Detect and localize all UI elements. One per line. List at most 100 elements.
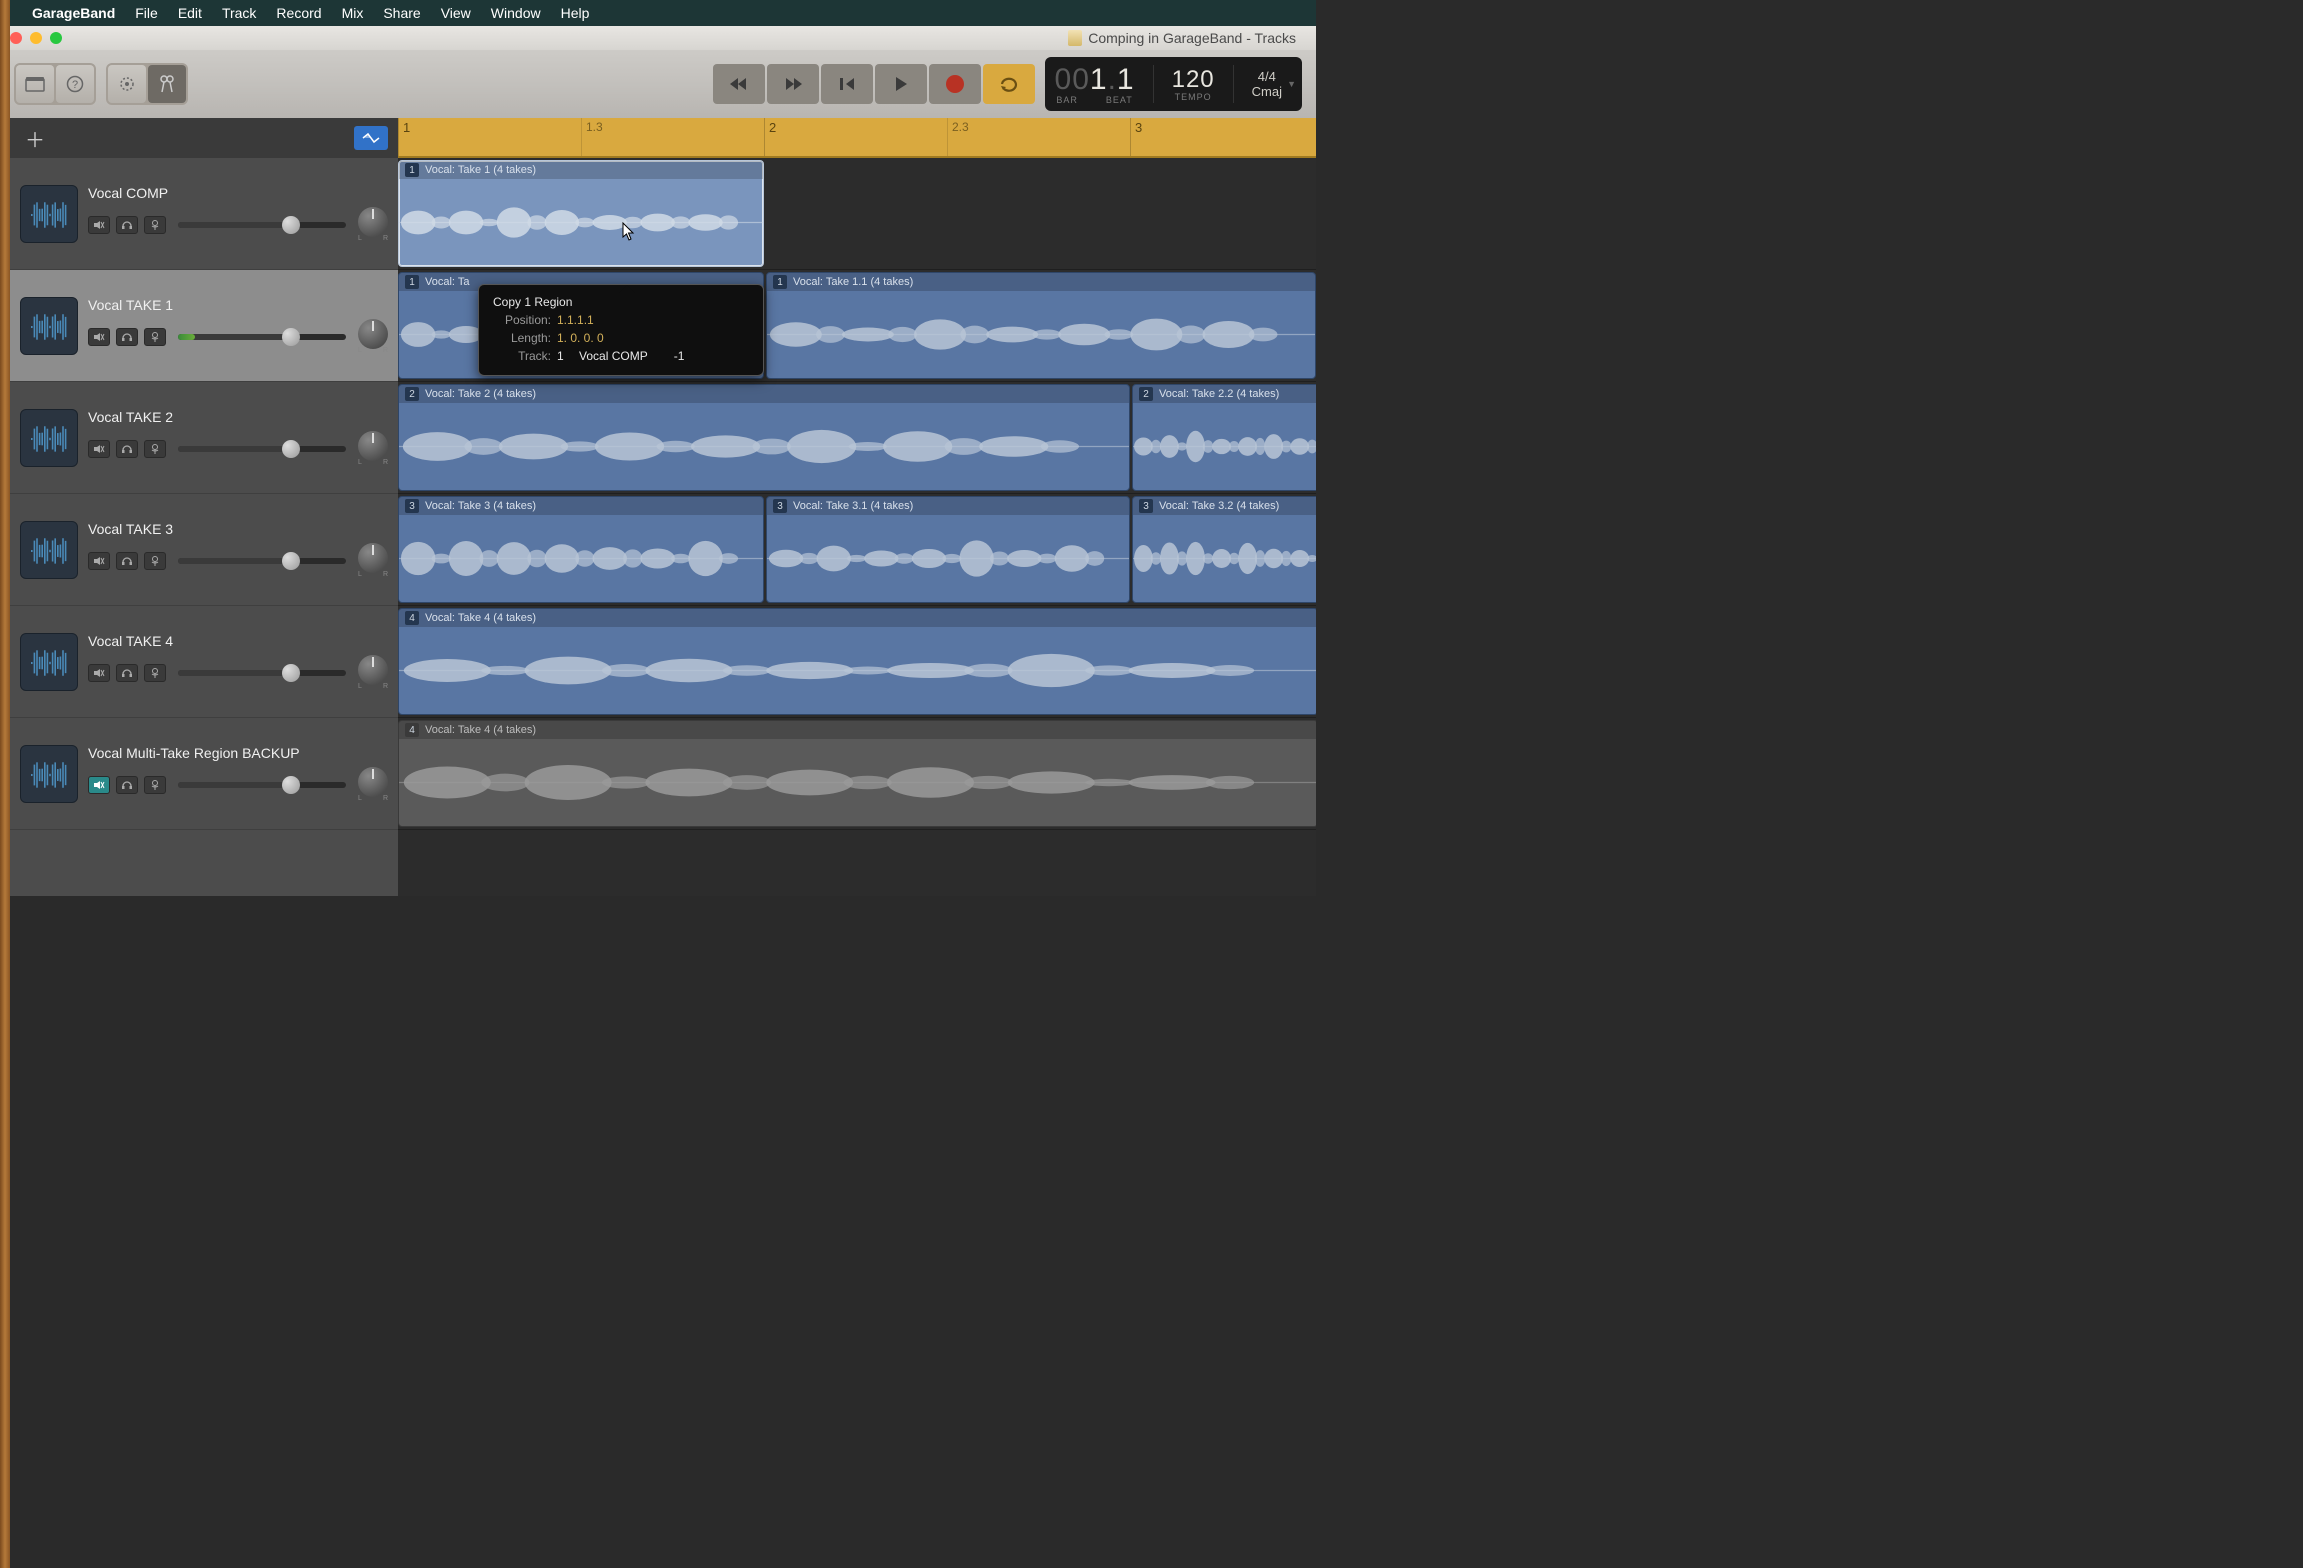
pan-knob[interactable]: [358, 767, 388, 797]
region-header[interactable]: 2Vocal: Take 2.2 (4 takes): [1133, 385, 1316, 403]
region-lanes[interactable]: 1Vocal: Take 1 (4 takes) 1Vocal: Ta 1Voc…: [398, 158, 1316, 830]
input-monitor-button[interactable]: [144, 216, 166, 234]
ruler-tick[interactable]: 2: [764, 118, 780, 156]
track-lane[interactable]: 4Vocal: Take 4 (4 takes): [398, 606, 1316, 718]
active-app-name[interactable]: GarageBand: [32, 5, 115, 21]
audio-region[interactable]: 3Vocal: Take 3.1 (4 takes): [766, 496, 1130, 603]
audio-region[interactable]: 2Vocal: Take 2.2 (4 takes): [1132, 384, 1316, 491]
track-icon[interactable]: [20, 185, 78, 243]
input-monitor-button[interactable]: [144, 440, 166, 458]
cycle-button[interactable]: [983, 64, 1035, 104]
record-button[interactable]: [929, 64, 981, 104]
pan-knob[interactable]: [358, 431, 388, 461]
solo-headphones-button[interactable]: [116, 664, 138, 682]
library-button[interactable]: [16, 65, 54, 103]
mute-button[interactable]: [88, 776, 110, 794]
rewind-button[interactable]: [713, 64, 765, 104]
audio-region[interactable]: 1Vocal: Take 1.1 (4 takes): [766, 272, 1316, 379]
mute-button[interactable]: [88, 552, 110, 570]
editors-button[interactable]: [148, 65, 186, 103]
play-button[interactable]: [875, 64, 927, 104]
track-lane[interactable]: 3Vocal: Take 3 (4 takes) 3Vocal: Take 3.…: [398, 494, 1316, 606]
menu-record[interactable]: Record: [276, 5, 321, 21]
lcd-timesig[interactable]: 4/4: [1258, 69, 1276, 84]
pan-knob[interactable]: [358, 207, 388, 237]
audio-region[interactable]: 4Vocal: Take 4 (4 takes): [398, 608, 1316, 715]
mute-button[interactable]: [88, 216, 110, 234]
solo-headphones-button[interactable]: [116, 440, 138, 458]
track-icon[interactable]: [20, 297, 78, 355]
audio-region[interactable]: 2Vocal: Take 2 (4 takes): [398, 384, 1130, 491]
solo-headphones-button[interactable]: [116, 216, 138, 234]
menu-view[interactable]: View: [441, 5, 471, 21]
track-header[interactable]: Vocal TAKE 4 LR: [10, 606, 398, 718]
track-lane[interactable]: 4Vocal: Take 4 (4 takes): [398, 718, 1316, 830]
pan-knob[interactable]: [358, 655, 388, 685]
volume-slider[interactable]: [178, 334, 346, 340]
volume-slider[interactable]: [178, 670, 346, 676]
track-header[interactable]: Vocal TAKE 2 LR: [10, 382, 398, 494]
region-header[interactable]: 3Vocal: Take 3 (4 takes): [399, 497, 763, 515]
region-header[interactable]: 4Vocal: Take 4 (4 takes): [399, 721, 1316, 739]
volume-slider[interactable]: [178, 446, 346, 452]
pan-knob[interactable]: [358, 319, 388, 349]
input-monitor-button[interactable]: [144, 328, 166, 346]
quick-help-button[interactable]: ?: [56, 65, 94, 103]
mute-button[interactable]: [88, 664, 110, 682]
region-header[interactable]: 1Vocal: Take 1 (4 takes): [399, 161, 763, 179]
volume-slider[interactable]: [178, 782, 346, 788]
lcd-tempo[interactable]: 120: [1172, 66, 1215, 94]
zoom-window-button[interactable]: [50, 32, 62, 44]
automation-toggle-button[interactable]: [354, 126, 388, 150]
timeline-ruler[interactable]: 1 1.3 2 2.3 3: [398, 118, 1316, 158]
solo-headphones-button[interactable]: [116, 776, 138, 794]
track-header[interactable]: Vocal TAKE 3 LR: [10, 494, 398, 606]
menu-file[interactable]: File: [135, 5, 158, 21]
input-monitor-button[interactable]: [144, 552, 166, 570]
forward-button[interactable]: [767, 64, 819, 104]
track-name-label[interactable]: Vocal Multi-Take Region BACKUP: [88, 745, 388, 761]
ruler-tick[interactable]: 3: [1130, 118, 1146, 156]
audio-region[interactable]: 4Vocal: Take 4 (4 takes): [398, 720, 1316, 827]
track-header[interactable]: Vocal COMP LR: [10, 158, 398, 270]
arrange-area[interactable]: 1 1.3 2 2.3 3 1Vocal: Take 1 (4 takes) 1Voca…: [398, 118, 1316, 896]
track-name-label[interactable]: Vocal TAKE 2: [88, 409, 388, 425]
track-icon[interactable]: [20, 633, 78, 691]
track-header[interactable]: Vocal Multi-Take Region BACKUP LR: [10, 718, 398, 830]
track-name-label[interactable]: Vocal TAKE 4: [88, 633, 388, 649]
input-monitor-button[interactable]: [144, 664, 166, 682]
track-header[interactable]: Vocal TAKE 1 LR: [10, 270, 398, 382]
track-name-label[interactable]: Vocal TAKE 1: [88, 297, 388, 313]
mute-button[interactable]: [88, 440, 110, 458]
track-icon[interactable]: [20, 745, 78, 803]
menu-share[interactable]: Share: [383, 5, 420, 21]
stop-button[interactable]: [821, 64, 873, 104]
smart-controls-button[interactable]: [108, 65, 146, 103]
menu-track[interactable]: Track: [222, 5, 256, 21]
menu-edit[interactable]: Edit: [178, 5, 202, 21]
mute-button[interactable]: [88, 328, 110, 346]
menu-help[interactable]: Help: [561, 5, 590, 21]
track-lane[interactable]: 2Vocal: Take 2 (4 takes) 2Vocal: Take 2.…: [398, 382, 1316, 494]
solo-headphones-button[interactable]: [116, 552, 138, 570]
audio-region[interactable]: 3Vocal: Take 3 (4 takes): [398, 496, 764, 603]
ruler-tick[interactable]: 1.3: [581, 118, 607, 156]
region-header[interactable]: 3Vocal: Take 3.2 (4 takes): [1133, 497, 1316, 515]
minimize-window-button[interactable]: [30, 32, 42, 44]
region-header[interactable]: 3Vocal: Take 3.1 (4 takes): [767, 497, 1129, 515]
track-name-label[interactable]: Vocal COMP: [88, 185, 388, 201]
region-header[interactable]: 2Vocal: Take 2 (4 takes): [399, 385, 1129, 403]
volume-slider[interactable]: [178, 558, 346, 564]
close-window-button[interactable]: [10, 32, 22, 44]
track-icon[interactable]: [20, 521, 78, 579]
track-icon[interactable]: [20, 409, 78, 467]
region-header[interactable]: 4Vocal: Take 4 (4 takes): [399, 609, 1316, 627]
lcd-display[interactable]: 001.1 BARBEAT 120 TEMPO 4/4 Cmaj ▼: [1045, 57, 1302, 111]
add-track-button[interactable]: ＋: [20, 126, 50, 150]
input-monitor-button[interactable]: [144, 776, 166, 794]
ruler-tick[interactable]: 1: [398, 118, 414, 156]
menu-window[interactable]: Window: [491, 5, 541, 21]
pan-knob[interactable]: [358, 543, 388, 573]
ruler-tick[interactable]: 2.3: [947, 118, 973, 156]
solo-headphones-button[interactable]: [116, 328, 138, 346]
